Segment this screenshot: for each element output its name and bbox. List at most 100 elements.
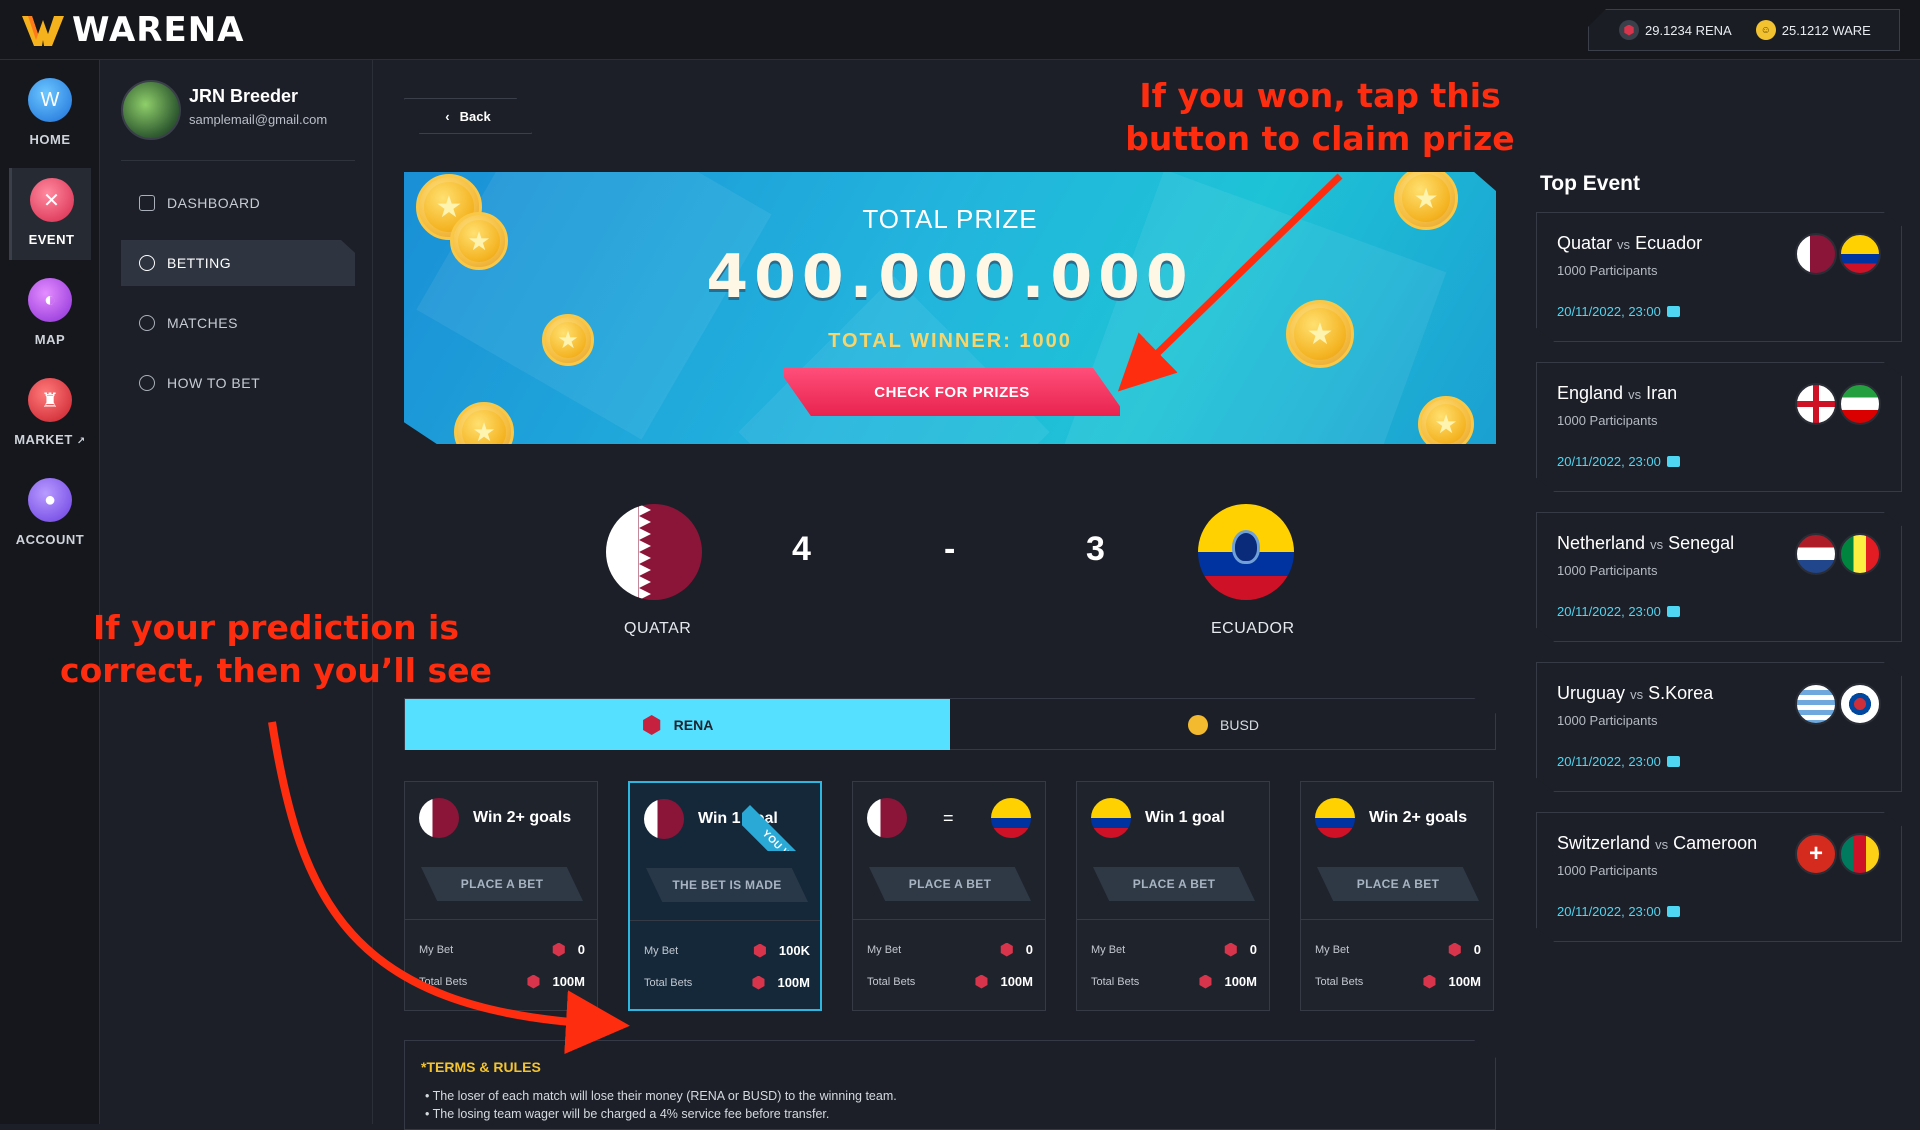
terms-title: *TERMS & RULES xyxy=(421,1059,541,1075)
total-bets-row: Total Bets 100M xyxy=(419,974,585,989)
event-date: 20/11/2022, 23:00 xyxy=(1557,904,1680,919)
my-bet-label: My Bet xyxy=(867,943,902,956)
term-text: The loser of each match will lose their … xyxy=(432,1089,897,1103)
menu-matches[interactable]: MATCHES xyxy=(121,300,355,346)
menu-betting[interactable]: BETTING xyxy=(121,240,355,286)
qatar-flag-icon xyxy=(419,798,459,838)
menu-dashboard[interactable]: DASHBOARD xyxy=(121,180,355,226)
divider xyxy=(1301,919,1493,920)
event-card[interactable]: Switzerland vs Cameroon 1000 Participant… xyxy=(1536,812,1902,942)
my-bet-label: My Bet xyxy=(1091,943,1126,956)
qatar-flag-icon xyxy=(606,504,702,600)
back-label: Back xyxy=(459,108,491,124)
event-card[interactable]: England vs Iran 1000 Participants 20/11/… xyxy=(1536,362,1902,492)
term-text: The losing team wager will be charged a … xyxy=(432,1107,830,1121)
map-icon: ◐ xyxy=(28,278,72,322)
event-flags: + xyxy=(1795,833,1885,875)
total-bets-value: 100M xyxy=(1448,974,1481,989)
tab-rena[interactable]: RENA xyxy=(405,699,950,750)
event-flags xyxy=(1795,683,1885,725)
event-vs: vs xyxy=(1628,387,1642,402)
rena-coin-icon xyxy=(527,974,540,989)
event-home: Uruguay xyxy=(1557,683,1626,703)
event-flags xyxy=(1795,533,1885,575)
bet-card-away-win-1[interactable]: Win 1 goal PLACE A BET My Bet 0 Total Bet… xyxy=(1076,781,1270,1011)
matches-icon xyxy=(139,315,155,331)
event-away: Ecuador xyxy=(1635,233,1703,253)
rena-coin-icon xyxy=(552,942,565,957)
rena-coin-icon xyxy=(1224,942,1237,957)
switzerland-flag-icon: + xyxy=(1795,833,1837,875)
total-bets-label: Total Bets xyxy=(644,976,693,989)
total-bets-value: 100M xyxy=(1224,974,1257,989)
total-bets-row: Total Bets 100M xyxy=(644,975,810,990)
betting-icon xyxy=(139,255,155,271)
prize-amount: 400.000.000 xyxy=(706,242,1194,312)
bet-card-away-win-2[interactable]: Win 2+ goals PLACE A BET My Bet 0 Total B… xyxy=(1300,781,1494,1011)
qatar-flag-icon xyxy=(867,798,907,838)
avatar[interactable] xyxy=(121,80,181,140)
nav-event[interactable]: ✕ EVENT xyxy=(9,168,91,260)
bet-card-home-win-2[interactable]: Win 2+ goals PLACE A BET My Bet 0 Total B… xyxy=(404,781,598,1011)
wallet-balance[interactable]: 29.1234 RENA ☺ 25.1212 WARE xyxy=(1588,9,1900,51)
event-participants: 1000 Participants xyxy=(1557,413,1658,428)
total-bets-label: Total Bets xyxy=(1091,975,1140,988)
event-title: Netherland vs Senegal xyxy=(1557,533,1734,554)
warena-logo[interactable]: WARENA xyxy=(20,10,244,50)
event-vs: vs xyxy=(1617,237,1631,252)
event-date: 20/11/2022, 23:00 xyxy=(1557,754,1680,769)
calendar-icon xyxy=(1666,756,1680,767)
nav-account[interactable]: ● ACCOUNT xyxy=(0,468,100,560)
total-bets-row: Total Bets 100M xyxy=(867,974,1033,989)
total-bets-row: Total Bets 100M xyxy=(1315,974,1481,989)
event-home: Switzerland xyxy=(1557,833,1651,853)
ware-balance: ☺ 25.1212 WARE xyxy=(1755,20,1871,40)
event-date-text: 20/11/2022, 23:00 xyxy=(1557,754,1661,769)
event-icon: ✕ xyxy=(29,178,74,222)
my-bet-row: My Bet 0 xyxy=(1091,942,1257,957)
event-flags xyxy=(1795,383,1885,425)
place-bet-button[interactable]: PLACE A BET xyxy=(1317,867,1479,901)
event-card[interactable]: Netherland vs Senegal 1000 Participants … xyxy=(1536,512,1902,642)
rena-coin-icon xyxy=(1448,942,1461,957)
ware-coin-icon: ☺ xyxy=(1755,20,1776,40)
home-score: 4 xyxy=(792,530,811,568)
nav-map[interactable]: ◐ MAP xyxy=(0,268,100,360)
help-icon xyxy=(139,375,155,391)
back-button[interactable]: ‹ Back xyxy=(404,98,532,134)
check-prizes-button[interactable]: CHECK FOR PRIZES xyxy=(784,368,1120,416)
event-date-text: 20/11/2022, 23:00 xyxy=(1557,304,1661,319)
my-bet-row: My Bet 0 xyxy=(1315,942,1481,957)
home-team-name: QUATAR xyxy=(624,620,692,637)
event-participants: 1000 Participants xyxy=(1557,563,1658,578)
event-participants: 1000 Participants xyxy=(1557,263,1658,278)
ecuador-flag-icon xyxy=(1839,233,1881,275)
qatar-flag-icon xyxy=(644,799,684,839)
event-date-text: 20/11/2022, 23:00 xyxy=(1557,604,1661,619)
menu-dashboard-label: DASHBOARD xyxy=(167,195,261,211)
bet-card-draw[interactable]: = PLACE A BET My Bet 0 Total Bets 100M xyxy=(852,781,1046,1011)
south-korea-flag-icon xyxy=(1839,683,1881,725)
event-card[interactable]: Quatar vs Ecuador 1000 Participants 20/1… xyxy=(1536,212,1902,342)
senegal-flag-icon xyxy=(1839,533,1881,575)
bet-made-button[interactable]: THE BET IS MADE xyxy=(646,868,808,902)
event-date-text: 20/11/2022, 23:00 xyxy=(1557,904,1661,919)
place-bet-button[interactable]: PLACE A BET xyxy=(869,867,1031,901)
england-flag-icon xyxy=(1795,383,1837,425)
nav-home[interactable]: W HOME xyxy=(0,68,100,160)
place-bet-button[interactable]: PLACE A BET xyxy=(1093,867,1255,901)
place-bet-button[interactable]: PLACE A BET xyxy=(421,867,583,901)
menu-how-to-bet[interactable]: HOW TO BET xyxy=(121,360,355,406)
home-icon: W xyxy=(28,78,72,122)
rena-balance-value: 29.1234 RENA xyxy=(1645,22,1732,38)
event-title: England vs Iran xyxy=(1557,383,1677,404)
cameroon-flag-icon xyxy=(1839,833,1881,875)
tab-busd[interactable]: BUSD xyxy=(950,699,1496,750)
market-icon: ♜ xyxy=(28,378,72,422)
you-won-ribbon: YOU WON xyxy=(742,781,828,851)
event-card[interactable]: Uruguay vs S.Korea 1000 Participants 20/… xyxy=(1536,662,1902,792)
nav-market[interactable]: ♜ MARKET ↗ xyxy=(0,368,100,460)
my-bet-row: My Bet 100K xyxy=(644,943,810,958)
ecuador-flag-icon xyxy=(1198,504,1294,600)
nav-event-label: EVENT xyxy=(28,232,75,247)
